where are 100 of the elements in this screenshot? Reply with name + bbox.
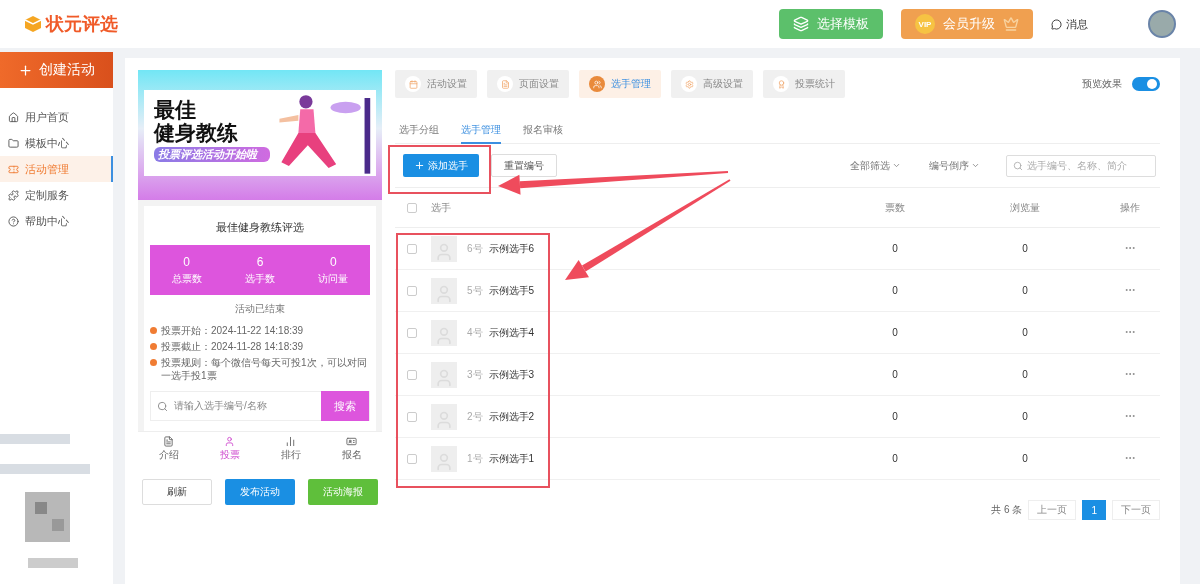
player-name: 示例选手5 — [488, 283, 535, 298]
player-search-field[interactable]: 选手编号、名称、简介 — [1006, 154, 1156, 177]
create-activity-button[interactable]: 创建活动 — [0, 52, 113, 88]
settings-icon — [684, 79, 694, 89]
publish-button[interactable]: 发布活动 — [225, 479, 295, 505]
search-icon — [157, 400, 168, 412]
activity-title: 最佳健身教练评选 — [215, 220, 305, 235]
sidebar-item[interactable]: 定制服务 — [0, 182, 113, 208]
search-button[interactable]: 搜索 — [321, 391, 369, 421]
renumber-button[interactable]: 重置编号 — [491, 154, 557, 177]
layers-icon — [793, 16, 809, 32]
bullet-icon — [150, 327, 157, 334]
folder-icon — [8, 137, 19, 149]
row-checkbox[interactable] — [407, 453, 417, 464]
settings-tab[interactable]: 选手管理 — [579, 70, 661, 98]
stat-label: 选手数 — [245, 271, 275, 286]
sub-tab[interactable]: 报名审核 — [523, 118, 563, 144]
column-header: 选手 — [431, 200, 452, 215]
avatar-placeholder — [431, 277, 457, 304]
player-name: 示例选手6 — [488, 241, 535, 256]
user-avatar[interactable] — [1148, 10, 1176, 38]
select-all-checkbox[interactable] — [407, 202, 417, 213]
player-number: 1号 — [467, 451, 483, 466]
page-button[interactable]: 1 — [1082, 500, 1106, 520]
help-icon — [8, 215, 19, 227]
sidebar-item[interactable]: 模板中心 — [0, 130, 113, 156]
bottom-nav-item[interactable]: 排行 — [260, 432, 321, 465]
views-cell-text: 0 — [1021, 243, 1029, 254]
info-text: 投票截止：2024-11-28 14:18:39 — [161, 340, 304, 353]
sort-dropdown[interactable]: 编号倒序 — [923, 157, 986, 174]
document-icon — [500, 79, 510, 89]
column-header: 操作 — [1119, 200, 1141, 215]
sidebar-item[interactable]: 活动管理 — [0, 156, 113, 182]
puzzle-icon — [8, 189, 19, 201]
player-name: 示例选手2 — [488, 409, 535, 424]
column-header: 浏览量 — [1009, 200, 1041, 215]
avatar-placeholder — [431, 235, 457, 262]
sidebar-item[interactable]: 用户首页 — [0, 104, 113, 130]
chat-icon — [1051, 18, 1062, 30]
vip-upgrade-button[interactable]: VIP 会员升级 — [901, 9, 1033, 39]
filter-dropdown[interactable]: 全部筛选 — [844, 157, 907, 174]
row-checkbox[interactable] — [407, 243, 417, 254]
avatar-placeholder — [431, 445, 457, 472]
bottom-nav-item[interactable]: 介绍 — [138, 432, 199, 465]
player-name: 示例选手3 — [488, 367, 535, 382]
votes-cell-text: 0 — [891, 285, 899, 296]
votes-cell-text: 0 — [891, 411, 899, 422]
preview-toggle[interactable] — [1132, 77, 1160, 91]
player-name: 示例选手1 — [488, 451, 535, 466]
ticket-icon — [8, 163, 19, 175]
banner-title: 最佳 — [154, 98, 197, 121]
settings-tab[interactable]: 投票统计 — [763, 70, 845, 98]
stat-value: 6 — [256, 254, 264, 269]
next-page-button[interactable]: 下一页 — [1112, 500, 1160, 520]
crown-icon — [1003, 16, 1019, 32]
settings-tab[interactable]: 活动设置 — [395, 70, 477, 98]
settings-tab[interactable]: 页面设置 — [487, 70, 569, 98]
preview-label: 预览效果 — [1082, 77, 1122, 91]
avatar-placeholder — [431, 319, 457, 346]
votes-cell-text: 0 — [891, 243, 899, 254]
sub-tab[interactable]: 选手管理 — [461, 118, 501, 144]
avatar-placeholder — [431, 361, 457, 388]
row-checkbox[interactable] — [407, 327, 417, 338]
poster-button[interactable]: 活动海报 — [308, 479, 378, 505]
bottom-nav-item[interactable]: 报名 — [321, 432, 382, 465]
sidebar-item[interactable]: 帮助中心 — [0, 208, 113, 234]
plus-icon — [414, 160, 425, 171]
player-search-field[interactable]: 请输入选手编号/名称 搜索 — [150, 391, 370, 421]
settings-tab[interactable]: 高级设置 — [671, 70, 753, 98]
bottom-nav-item[interactable]: 投票 — [199, 432, 260, 465]
sub-tab[interactable]: 选手分组 — [399, 118, 439, 144]
votes-cell-text: 0 — [891, 453, 899, 464]
plus-icon — [18, 62, 33, 78]
chart-icon — [285, 435, 296, 447]
column-header: 票数 — [884, 200, 906, 215]
views-cell-text: 0 — [1021, 327, 1029, 338]
banner-tagline: 投票评选活动开始啦 — [154, 147, 270, 162]
template-button[interactable]: 选择模板 — [779, 9, 883, 39]
document-icon — [163, 435, 174, 447]
player-name: 示例选手4 — [488, 325, 535, 340]
row-checkbox[interactable] — [407, 285, 417, 296]
stat-label: 访问量 — [318, 271, 349, 286]
app-logo[interactable]: 状元评选 — [24, 12, 118, 36]
award-icon — [776, 79, 786, 89]
refresh-button[interactable]: 刷新 — [142, 479, 212, 505]
row-checkbox[interactable] — [407, 369, 417, 380]
row-checkbox[interactable] — [407, 411, 417, 422]
messages-link[interactable]: 消息 — [1051, 16, 1088, 32]
player-number: 4号 — [467, 325, 483, 340]
add-player-button[interactable]: 添加选手 — [403, 154, 479, 177]
info-text: 投票规则：每个微信号每天可投1次，可以对同一选手投1票 — [161, 356, 368, 382]
chevron-icon — [892, 161, 901, 170]
views-cell-text: 0 — [1021, 285, 1029, 296]
views-cell-text: 0 — [1021, 369, 1029, 380]
cube-icon — [24, 15, 42, 33]
player-number: 3号 — [467, 367, 483, 382]
votes-cell-text: 0 — [891, 327, 899, 338]
activity-status: 活动已结束 — [234, 302, 286, 316]
prev-page-button[interactable]: 上一页 — [1028, 500, 1077, 520]
users-icon — [592, 79, 602, 89]
